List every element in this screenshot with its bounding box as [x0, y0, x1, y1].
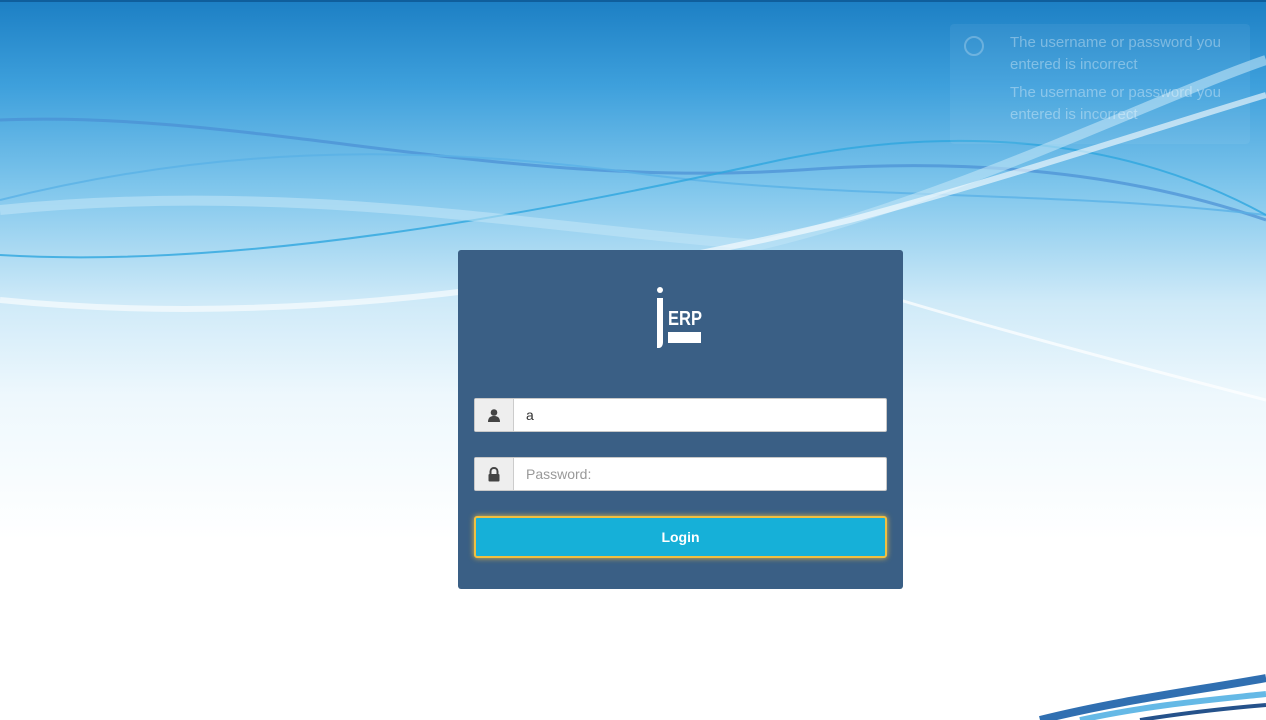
username-input[interactable]: [514, 399, 886, 431]
ierp-logo: ERP: [657, 287, 702, 348]
password-input[interactable]: [514, 458, 886, 490]
username-group: [474, 398, 887, 432]
faded-error-line-1: The username or password you entered is …: [1010, 34, 1221, 73]
warning-icon: [964, 36, 984, 56]
lock-icon: [475, 458, 514, 490]
faded-error-message: The username or password you entered is …: [950, 24, 1250, 144]
password-group: [474, 457, 887, 491]
login-panel: ERP Login: [458, 250, 903, 589]
faded-error-line-2: The username or password you entered is …: [1010, 84, 1221, 123]
login-button[interactable]: Login: [474, 516, 887, 558]
logo-text: ERP: [668, 308, 702, 330]
user-icon: [475, 399, 514, 431]
login-page: The username or password you entered is …: [0, 0, 1266, 720]
